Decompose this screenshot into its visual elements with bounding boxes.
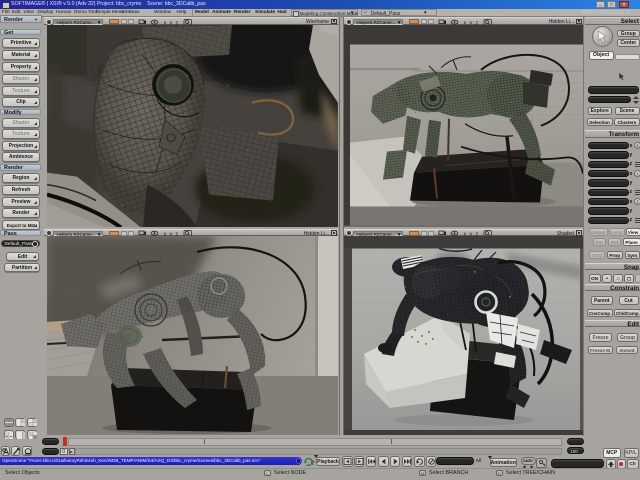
svg-text:?: ? xyxy=(311,461,315,467)
